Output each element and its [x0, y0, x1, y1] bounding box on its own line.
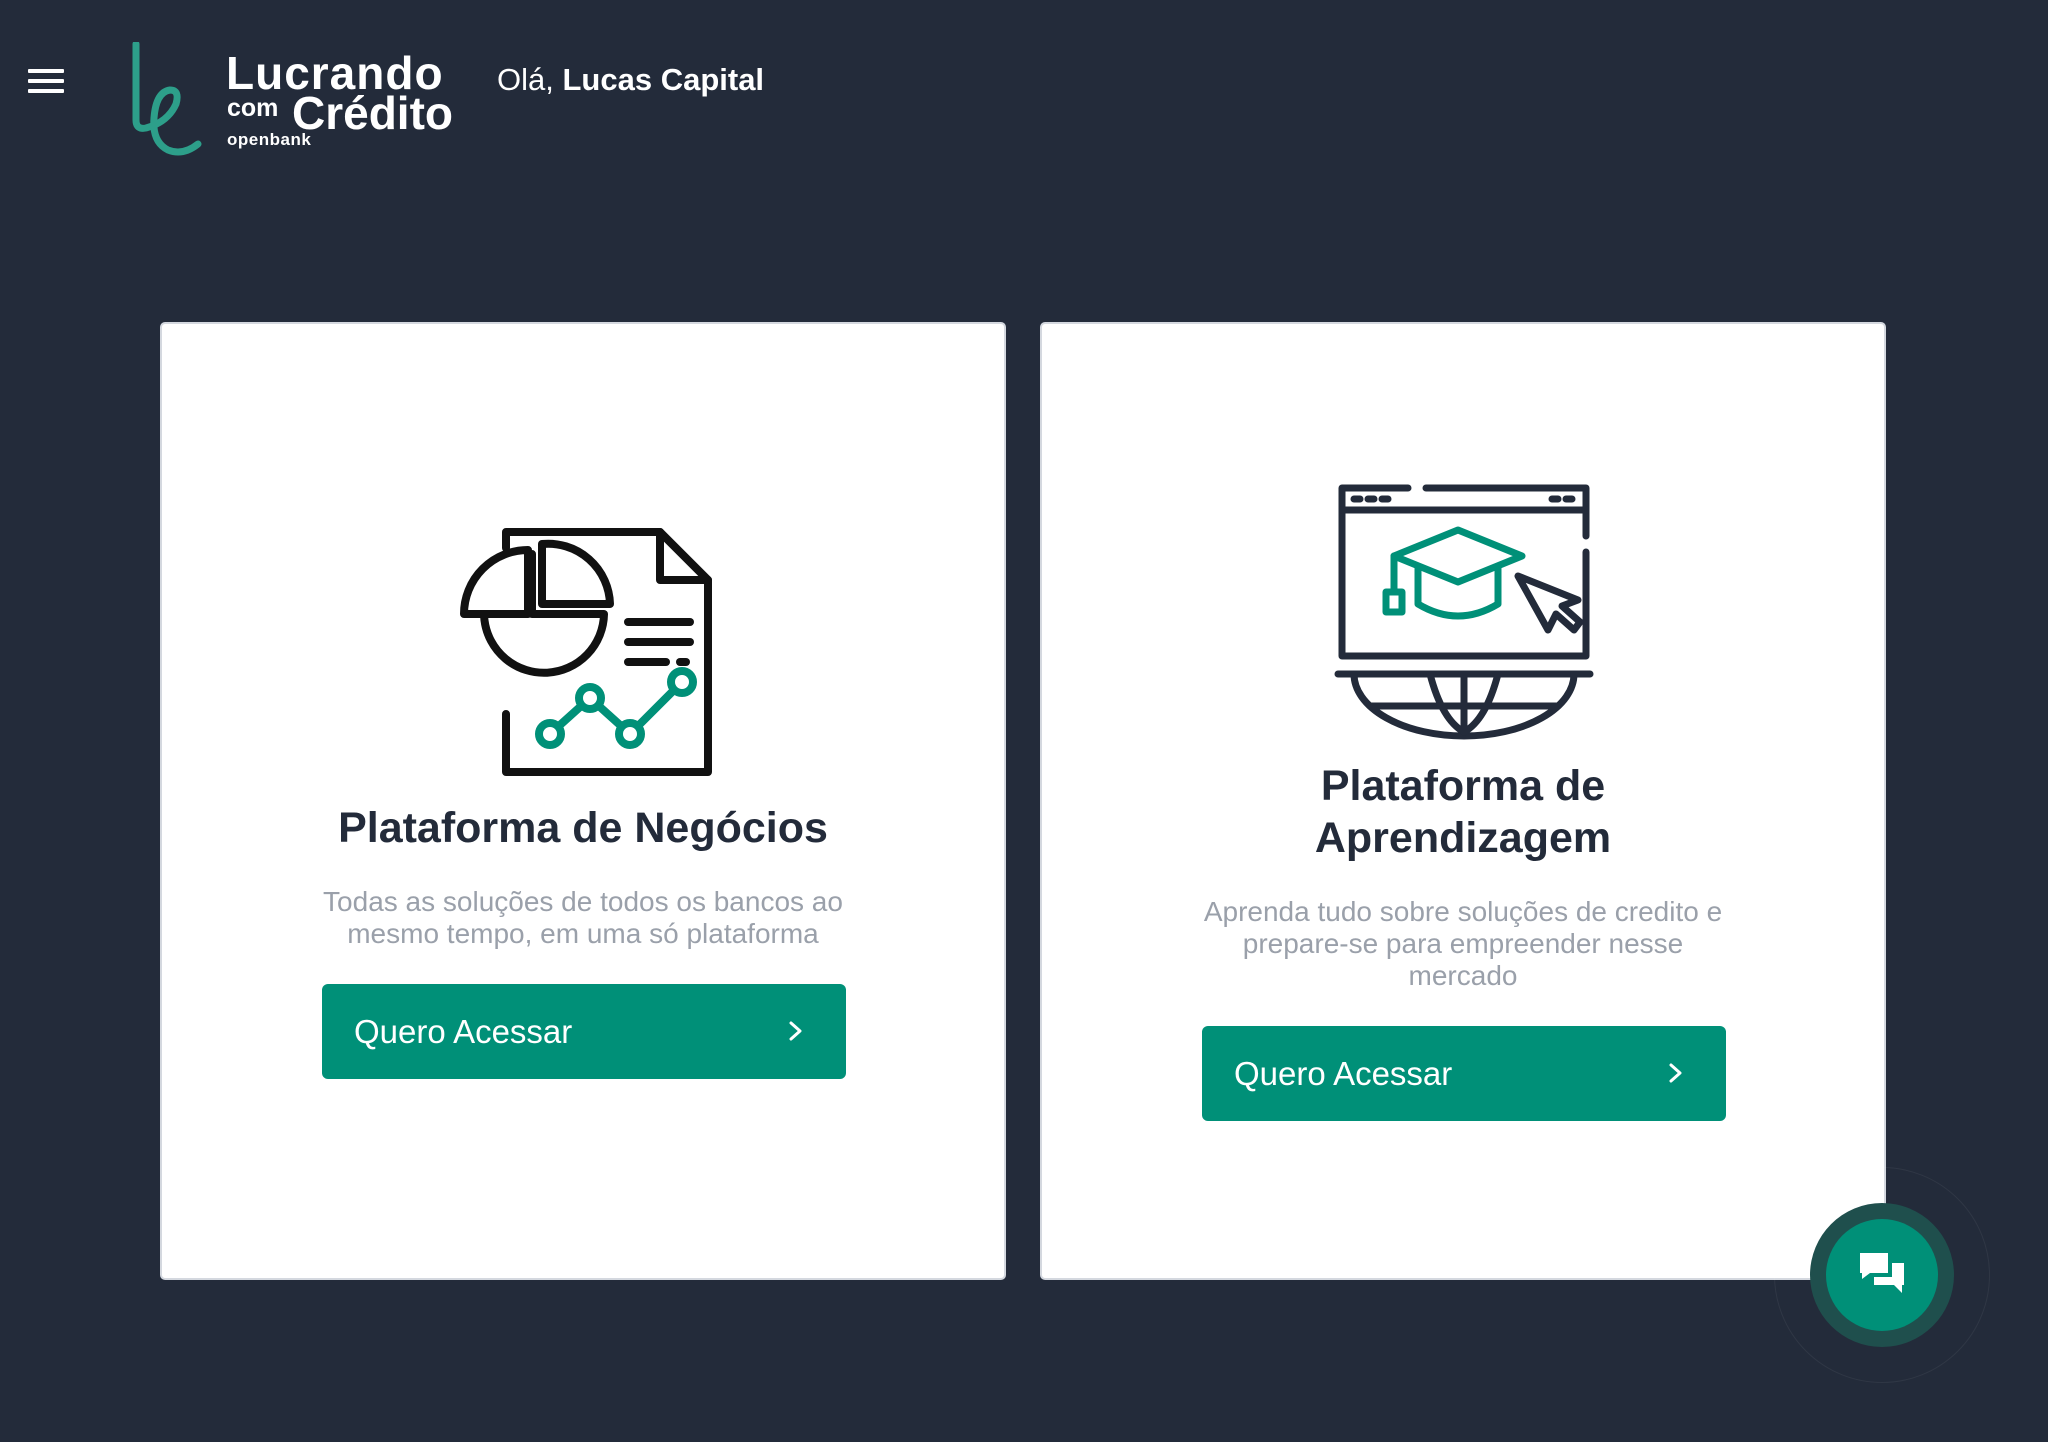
learning-platform-card: Plataforma de Aprendizagem Aprenda tudo … — [1040, 322, 1886, 1280]
card-description: Todas as soluções de todos os bancos ao … — [323, 886, 843, 949]
access-business-platform-button[interactable]: Quero Acessar — [322, 984, 846, 1079]
hamburger-menu-icon — [28, 69, 64, 73]
logo-subtitle: openbank — [227, 130, 312, 149]
user-greeting: Olá, Lucas Capital — [497, 60, 764, 100]
chat-bubbles-icon — [1860, 1253, 1904, 1293]
logo-credito: Crédito — [292, 87, 453, 139]
card-title-line2: Aprendizagem — [1314, 814, 1612, 862]
top-header: Lucrando com Crédito openbank Olá, Lucas… — [0, 0, 2048, 170]
access-button-label: Quero Acessar — [1234, 1055, 1453, 1092]
logo-mark-icon — [132, 42, 202, 156]
user-name: Lucas Capital — [562, 62, 765, 97]
chevron-right-icon — [1669, 1063, 1682, 1083]
card-title-line1: Plataforma de — [1320, 762, 1606, 810]
chat-button[interactable] — [1826, 1219, 1938, 1331]
logo-com: com — [227, 94, 279, 122]
chevron-right-icon — [789, 1021, 802, 1041]
business-platform-card: Plataforma de Negócios Todas as soluções… — [160, 322, 1006, 1280]
card-title: Plataforma de Negócios — [338, 804, 828, 852]
online-learning-icon — [1334, 484, 1594, 740]
business-report-icon — [460, 528, 712, 776]
menu-button[interactable] — [24, 60, 72, 102]
card-description: Aprenda tudo sobre soluções de credito e… — [1203, 896, 1723, 991]
greeting-prefix: Olá, — [497, 62, 554, 97]
access-button-label: Quero Acessar — [354, 1013, 573, 1050]
access-learning-platform-button[interactable]: Quero Acessar — [1202, 1026, 1726, 1121]
